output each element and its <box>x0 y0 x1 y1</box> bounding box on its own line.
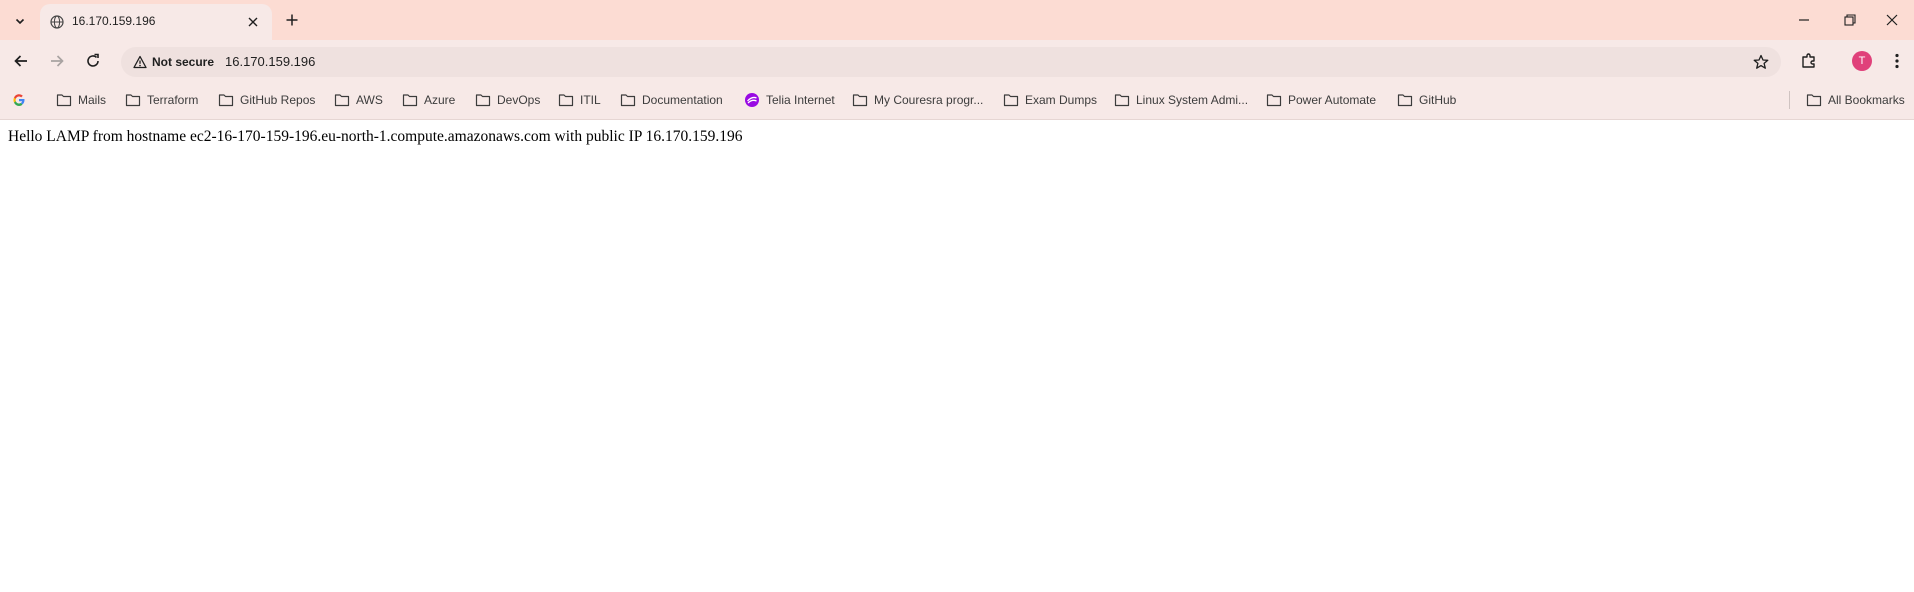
tab-search-button[interactable] <box>8 9 32 33</box>
bookmark-item[interactable]: ITIL <box>558 90 601 110</box>
folder-icon <box>1003 94 1019 107</box>
minimize-button[interactable] <box>1782 0 1826 40</box>
extensions-button[interactable] <box>1794 46 1824 76</box>
new-tab-button[interactable] <box>280 8 304 32</box>
avatar: T <box>1852 51 1872 71</box>
folder-icon <box>218 94 234 107</box>
folder-icon <box>56 94 72 107</box>
bookmark-item[interactable]: GitHub <box>1397 90 1456 110</box>
address-bar[interactable]: Not secure 16.170.159.196 <box>121 47 1781 77</box>
tab-title: 16.170.159.196 <box>72 14 156 28</box>
reload-icon <box>87 53 99 67</box>
puzzle-icon <box>1802 53 1815 68</box>
bookmark-item[interactable]: Terraform <box>125 90 198 110</box>
bookmark-item[interactable]: Telia Internet <box>744 90 835 110</box>
close-icon <box>248 17 258 27</box>
arrow-right-icon <box>51 55 64 67</box>
folder-icon <box>334 94 350 107</box>
close-icon <box>1886 14 1898 26</box>
folder-icon <box>1397 94 1413 107</box>
bookmark-item[interactable]: My Couresra progr... <box>852 90 983 110</box>
restore-button[interactable] <box>1828 0 1872 40</box>
close-window-button[interactable] <box>1870 0 1914 40</box>
active-tab[interactable]: 16.170.159.196 <box>40 4 272 40</box>
warning-icon <box>133 55 147 69</box>
folder-icon <box>475 94 491 107</box>
profile-button[interactable]: T <box>1847 46 1877 76</box>
arrow-left-icon <box>14 55 27 67</box>
bookmark-item[interactable]: GitHub Repos <box>218 90 315 110</box>
back-button[interactable] <box>6 46 36 76</box>
all-bookmarks-button[interactable]: All Bookmarks <box>1806 90 1905 110</box>
bookmark-item[interactable]: DevOps <box>475 90 540 110</box>
bookmark-item[interactable]: Mails <box>56 90 106 110</box>
title-bar: 16.170.159.196 <box>0 0 1914 40</box>
folder-icon <box>852 94 868 107</box>
kebab-menu-icon <box>1895 53 1899 69</box>
bookmark-item[interactable]: Exam Dumps <box>1003 90 1097 110</box>
google-icon <box>13 94 25 106</box>
bookmark-star-button[interactable] <box>1751 52 1771 72</box>
folder-icon <box>620 94 636 107</box>
menu-button[interactable] <box>1882 46 1912 76</box>
plus-icon <box>286 14 298 26</box>
forward-button[interactable] <box>42 46 72 76</box>
bookmark-item[interactable]: Azure <box>402 90 455 110</box>
bookmark-item[interactable]: Linux System Admi... <box>1114 90 1248 110</box>
folder-icon <box>1266 94 1282 107</box>
bookmarks-divider <box>1789 91 1790 109</box>
tab-close-button[interactable] <box>244 13 262 31</box>
star-icon <box>1753 54 1769 69</box>
security-label: Not secure <box>152 55 215 69</box>
bookmark-item[interactable]: Power Automate <box>1266 90 1376 110</box>
bookmark-item[interactable]: Documentation <box>620 90 723 110</box>
url-text[interactable]: 16.170.159.196 <box>225 54 315 69</box>
telia-icon <box>745 93 759 107</box>
restore-icon <box>1844 14 1856 26</box>
security-chip[interactable]: Not secure <box>125 50 224 74</box>
toolbar: Not secure 16.170.159.196 T <box>0 40 1914 81</box>
folder-icon <box>558 94 574 107</box>
google-bookmark[interactable] <box>12 90 26 110</box>
folder-icon <box>1114 94 1130 107</box>
bookmarks-bar: Mails Terraform GitHub Repos AWS Azure D… <box>0 81 1914 120</box>
chevron-down-icon <box>15 18 25 25</box>
globe-icon <box>50 15 64 29</box>
page-body-text: Hello LAMP from hostname ec2-16-170-159-… <box>8 128 743 145</box>
reload-button[interactable] <box>78 46 108 76</box>
bookmark-item[interactable]: AWS <box>334 90 383 110</box>
minimize-icon <box>1799 19 1809 21</box>
folder-icon <box>125 94 141 107</box>
folder-icon <box>402 94 418 107</box>
folder-icon <box>1806 94 1822 107</box>
